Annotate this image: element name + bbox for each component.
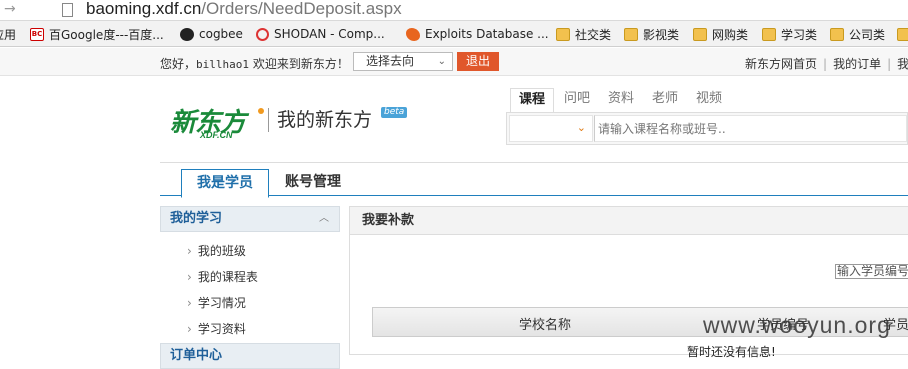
bookmarks-bar: 应用 BC 百Google度---百度... cogbee SHODAN - Co… bbox=[0, 21, 908, 47]
url-text[interactable]: baoming.xdf.cn/Orders/NeedDeposit.aspx bbox=[86, 0, 402, 19]
bullet-icon: › bbox=[187, 244, 192, 258]
tab-student[interactable]: 我是学员 bbox=[181, 169, 269, 198]
greeting-prefix: 您好， bbox=[160, 57, 197, 71]
folder-icon bbox=[830, 27, 844, 41]
bookmark-label: Exploits Database ... bbox=[425, 27, 549, 41]
link-more[interactable]: 我 bbox=[897, 57, 908, 71]
logo-dot bbox=[258, 108, 264, 114]
top-links: 新东方网首页 | 我的订单 | 我 bbox=[745, 55, 908, 72]
bookmark-label: 社交类 bbox=[575, 27, 612, 42]
section-label: 订单中心 bbox=[170, 348, 223, 363]
greeting-suffix: 欢迎来到新东方！ bbox=[249, 57, 349, 71]
search-category-dropdown[interactable]: ⌄ bbox=[509, 115, 593, 142]
search-tab-materials[interactable]: 资料 bbox=[608, 88, 634, 112]
bookmark-folder-social[interactable]: 社交类 bbox=[556, 25, 611, 43]
bullet-icon: › bbox=[187, 322, 192, 336]
sidebar-item-label: 我的课程表 bbox=[197, 270, 258, 284]
main-tabs: 我是学员 账号管理 bbox=[160, 162, 908, 198]
chevron-down-icon: ⌄ bbox=[576, 121, 586, 134]
url-path: /Orders/NeedDeposit.aspx bbox=[201, 0, 402, 18]
logo-en: XDF.CN bbox=[200, 130, 233, 140]
search-input[interactable] bbox=[594, 115, 907, 142]
section-label: 我的学习 bbox=[170, 211, 223, 226]
back-arrow-icon[interactable]: → bbox=[4, 1, 16, 17]
beta-badge: beta bbox=[381, 107, 408, 118]
logout-button[interactable]: 退出 bbox=[457, 52, 499, 71]
sidebar: 我的学习 ︿ › 我的班级 › 我的课程表 › 学习情况 › 学习资料 订单中心 bbox=[160, 206, 340, 369]
xdf-logo[interactable]: 新东方 XDF.CN bbox=[170, 104, 270, 140]
bookmark-label: 网购类 bbox=[712, 27, 749, 42]
search-tab-qa[interactable]: 问吧 bbox=[564, 88, 590, 112]
username: billhao1 bbox=[196, 58, 249, 71]
sidebar-section-learning[interactable]: 我的学习 ︿ bbox=[160, 206, 340, 232]
baidu-icon: BC bbox=[30, 27, 44, 41]
folder-icon bbox=[897, 27, 908, 41]
folder-icon bbox=[624, 27, 638, 41]
search-tab-course[interactable]: 课程 bbox=[510, 88, 555, 112]
bookmark-label: 应用 bbox=[0, 27, 17, 42]
bookmark-label: 百Google度---百度... bbox=[49, 27, 164, 42]
shodan-icon bbox=[256, 27, 269, 41]
student-id-input[interactable]: 输入学员编号 bbox=[835, 264, 908, 279]
bookmark-folder-video[interactable]: 影视类 bbox=[624, 25, 679, 43]
sidebar-item-my-classes[interactable]: › 我的班级 bbox=[187, 242, 246, 259]
site-name: 我的新东方 bbox=[268, 108, 372, 132]
empty-message: 暂时还没有信息! bbox=[687, 345, 776, 359]
bookmark-cogbee[interactable]: cogbee bbox=[180, 25, 243, 43]
bookmark-label: 影视类 bbox=[643, 27, 680, 42]
bookmark-apps[interactable]: 应用 bbox=[0, 25, 16, 43]
bullet-icon: › bbox=[187, 296, 192, 310]
divider: | bbox=[887, 57, 892, 71]
watermark: www.wooyun.org bbox=[703, 312, 891, 338]
panel-title: 我要补款 bbox=[350, 207, 908, 235]
bookmark-shodan[interactable]: SHODAN - Comp... bbox=[256, 25, 385, 43]
bookmark-label: cogbee bbox=[199, 27, 243, 41]
link-my-orders[interactable]: 我的订单 bbox=[833, 57, 881, 71]
folder-icon bbox=[762, 27, 776, 41]
sidebar-item-progress[interactable]: › 学习情况 bbox=[187, 294, 246, 311]
sidebar-item-label: 学习情况 bbox=[197, 296, 246, 310]
tab-account[interactable]: 账号管理 bbox=[285, 169, 341, 197]
goto-select[interactable]: 选择去向 ⌄ bbox=[353, 52, 453, 71]
bookmark-folder-shopping[interactable]: 网购类 bbox=[693, 25, 748, 43]
goto-select-value: 选择去向 bbox=[366, 54, 415, 68]
top-nav: 您好，billhao1 欢迎来到新东方！ 选择去向 ⌄ 退出 新东方网首页 | 我的订… bbox=[0, 48, 908, 76]
bookmark-label: SHODAN - Comp... bbox=[274, 27, 385, 41]
bookmark-folder-study[interactable]: 学习类 bbox=[762, 25, 817, 43]
bookmark-baidu[interactable]: BC 百Google度---百度... bbox=[30, 25, 164, 43]
sidebar-item-schedule[interactable]: › 我的课程表 bbox=[187, 268, 258, 285]
search-box: ⌄ bbox=[506, 112, 908, 145]
sidebar-item-materials[interactable]: › 学习资料 bbox=[187, 320, 246, 337]
exploit-db-icon bbox=[406, 27, 420, 41]
bookmark-label: 学习类 bbox=[781, 27, 818, 42]
bookmark-folder-company[interactable]: 公司类 bbox=[830, 25, 885, 43]
address-bar[interactable]: → baoming.xdf.cn/Orders/NeedDeposit.aspx bbox=[0, 0, 908, 21]
search-tab-teachers[interactable]: 老师 bbox=[652, 88, 678, 112]
link-home[interactable]: 新东方网首页 bbox=[745, 57, 817, 71]
greeting: 您好，billhao1 欢迎来到新东方！ bbox=[160, 55, 349, 72]
bookmark-label: 公司类 bbox=[849, 27, 886, 42]
url-host: baoming.xdf.cn bbox=[86, 0, 202, 18]
sidebar-item-label: 学习资料 bbox=[197, 322, 246, 336]
github-icon bbox=[180, 27, 194, 41]
sidebar-item-label: 我的班级 bbox=[197, 244, 246, 258]
bookmark-exploit-db[interactable]: Exploits Database ... bbox=[406, 25, 549, 43]
bullet-icon: › bbox=[187, 270, 192, 284]
sidebar-section-orders[interactable]: 订单中心 bbox=[160, 343, 340, 369]
chevron-down-icon: ⌄ bbox=[437, 56, 446, 67]
page-icon bbox=[62, 3, 73, 17]
divider: | bbox=[823, 57, 828, 71]
folder-icon bbox=[693, 27, 707, 41]
folder-icon bbox=[556, 27, 570, 41]
bookmark-folder-other[interactable]: 其 bbox=[897, 25, 908, 43]
search-tab-videos[interactable]: 视频 bbox=[696, 88, 722, 112]
col-school-name: 学校名称 bbox=[519, 318, 572, 333]
chevron-up-icon: ︿ bbox=[319, 213, 329, 224]
